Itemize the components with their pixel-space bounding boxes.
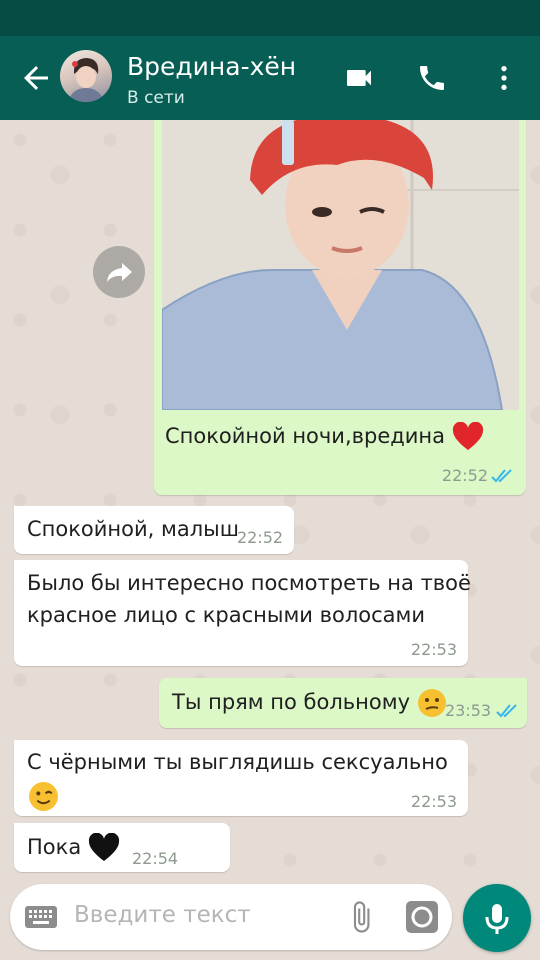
status-bar (0, 0, 540, 36)
phone-icon[interactable] (416, 62, 448, 94)
message-bubble-incoming[interactable]: Спокойной, малыш 22:52 (14, 506, 294, 554)
message-time: 23:53 (445, 701, 492, 720)
message-input-bar: Введите текст (10, 884, 452, 950)
message-text-line: красное лицо с красными волосами (27, 603, 426, 627)
mic-button[interactable] (463, 884, 531, 952)
message-bubble-outgoing[interactable]: Спокойной ночи,вредина 22:52 (154, 120, 526, 495)
red-heart-emoji-icon (452, 422, 483, 450)
message-time: 22:54 (132, 849, 179, 868)
message-text-span: Пока (27, 835, 82, 859)
camera-icon[interactable] (405, 900, 439, 934)
chat-header: Вредина-хён В сети (0, 36, 540, 120)
message-caption: Спокойной ночи,вредина (165, 424, 446, 448)
back-arrow-icon[interactable] (18, 60, 54, 96)
message-input[interactable]: Введите текст (74, 902, 251, 928)
black-heart-emoji-icon (88, 833, 119, 861)
avatar[interactable] (60, 50, 112, 102)
message-text: Спокойной ночи,вредина (165, 421, 484, 452)
read-receipt-icon (491, 469, 512, 483)
winking-face-emoji-icon (29, 782, 58, 811)
message-time: 22:53 (410, 792, 457, 811)
contact-name[interactable]: Вредина-хён (127, 52, 296, 81)
attach-icon[interactable] (344, 900, 378, 934)
forward-button[interactable] (93, 246, 145, 298)
video-call-icon[interactable] (343, 62, 375, 94)
keyboard-icon[interactable] (24, 902, 58, 932)
message-text-line: Было бы интересно посмотреть на твоё (27, 571, 471, 595)
message-text: С чёрными ты выглядишь сексуально (27, 750, 448, 774)
message-text: Ты прям по больному (172, 687, 447, 718)
message-bubble-incoming[interactable]: Пока 22:54 (14, 823, 230, 872)
mic-icon (485, 904, 509, 934)
chat-area[interactable]: Спокойной ночи,вредина 22:52 Спокойной, … (0, 120, 540, 880)
forward-icon (107, 263, 132, 282)
message-time: 22:52 (237, 528, 284, 547)
message-bubble-incoming[interactable]: Было бы интересно посмотреть на твоё кра… (14, 560, 471, 666)
message-text: Спокойной, малыш (27, 517, 239, 541)
shared-photo[interactable] (162, 120, 519, 410)
message-time: 22:52 (441, 466, 488, 485)
contact-status: В сети (127, 88, 185, 108)
message-bubble-incoming[interactable]: С чёрными ты выглядишь сексуально 22:53 (14, 740, 468, 816)
message-text: Пока (27, 832, 120, 863)
confused-face-emoji-icon (417, 689, 446, 717)
message-time: 22:53 (410, 640, 457, 659)
message-bubble-outgoing[interactable]: Ты прям по больному 23:53 (159, 678, 527, 728)
message-text-span: Ты прям по больному (172, 690, 410, 714)
read-receipt-icon (496, 704, 517, 718)
more-vert-icon[interactable] (488, 62, 520, 94)
